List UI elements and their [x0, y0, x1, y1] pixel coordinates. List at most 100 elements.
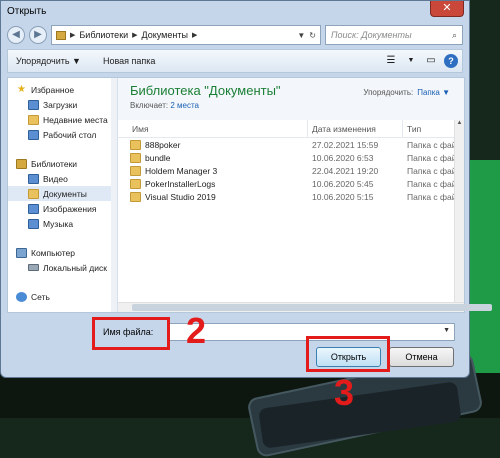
arrange-by: Упорядочить: Папка ▼: [363, 88, 450, 97]
library-includes: Включает: 2 места: [130, 101, 452, 110]
library-places-link[interactable]: 2 места: [170, 101, 199, 110]
scroll-up-icon[interactable]: ▲: [455, 120, 464, 130]
documents-icon: [28, 188, 39, 199]
file-name-cell: Visual Studio 2019: [118, 191, 308, 202]
close-icon: ✕: [442, 2, 452, 14]
address-row: ◀ ▶ ▶ Библиотеки ▶ Документы ▶ ▼ ↻ Поиск…: [1, 21, 469, 49]
file-date: 27.02.2021 15:59: [312, 139, 379, 150]
recent-places-icon: [28, 114, 39, 125]
search-placeholder: Поиск: Документы: [331, 30, 412, 40]
nav-label: Недавние места: [43, 114, 108, 125]
vertical-scrollbar[interactable]: ▲ ▼: [454, 120, 464, 312]
nav-item-music[interactable]: Музыка: [8, 216, 117, 231]
nav-label: Сеть: [31, 291, 50, 302]
breadcrumb-libraries[interactable]: Библиотеки: [79, 30, 128, 40]
horizontal-scrollbar[interactable]: [118, 302, 492, 312]
nav-label: Рабочий стол: [43, 129, 97, 140]
filename-dropdown-icon[interactable]: ▼: [443, 327, 450, 334]
nav-item-desktop[interactable]: Рабочий стол: [8, 127, 117, 142]
view-dropdown-icon[interactable]: ▼: [404, 54, 418, 68]
arrange-value: Папка: [417, 88, 440, 97]
navigation-pane: ★ Избранное Загрузки Недавние места Рабоч…: [8, 78, 118, 312]
new-folder-button[interactable]: Новая папка: [103, 56, 155, 66]
nav-label: Музыка: [43, 218, 74, 229]
organize-menu-button[interactable]: Упорядочить ▼: [16, 56, 81, 66]
nav-item-favorites[interactable]: ★ Избранное: [8, 82, 117, 97]
nav-item-libraries[interactable]: Библиотеки: [8, 156, 117, 171]
computer-icon: [16, 247, 27, 258]
star-icon: ★: [17, 83, 26, 95]
nav-item-documents[interactable]: Документы: [8, 186, 117, 201]
highlight-box-filename: [92, 317, 170, 350]
nav-item-network[interactable]: Сеть: [8, 289, 117, 304]
arrange-label: Упорядочить:: [363, 88, 414, 97]
nav-label: Избранное: [31, 84, 75, 95]
file-list-pane: Библиотека "Документы" Включает: 2 места…: [118, 78, 492, 312]
column-headers: Имя Дата изменения Тип: [118, 120, 464, 138]
chevron-right-icon: ▶: [70, 32, 76, 39]
help-icon[interactable]: ?: [444, 54, 458, 68]
file-row[interactable]: Visual Studio 2019 10.06.2020 5:15 Папка с…: [118, 190, 464, 203]
file-date: 10.06.2020 6:53: [312, 152, 374, 163]
libraries-icon: [16, 158, 27, 169]
search-icon: ⌕: [451, 29, 457, 40]
nav-item-recent[interactable]: Недавние места: [8, 112, 117, 127]
history-dropdown-icon[interactable]: ▼: [297, 31, 305, 40]
nav-item-downloads[interactable]: Загрузки: [8, 97, 117, 112]
file-name: 888poker: [145, 139, 181, 150]
highlight-box-open: [306, 336, 390, 372]
nav-label: Компьютер: [31, 247, 75, 258]
command-toolbar: Упорядочить ▼ Новая папка ☰ ▼ ▭ ?: [7, 49, 463, 73]
chevron-right-icon: ▶: [132, 32, 138, 39]
open-file-dialog: Открыть ✕ ◀ ▶ ▶ Библиотеки ▶ Документы ▶…: [0, 0, 492, 378]
folder-icon: [130, 165, 141, 176]
preview-pane-icon[interactable]: ▭: [424, 54, 438, 68]
breadcrumb-documents[interactable]: Документы: [142, 30, 188, 40]
nav-item-video[interactable]: Видео: [8, 171, 117, 186]
file-name-cell: PokerInstallerLogs: [118, 178, 308, 189]
folder-icon: [130, 178, 141, 189]
nav-item-images[interactable]: Изображения: [8, 201, 117, 216]
images-icon: [28, 203, 39, 214]
search-input[interactable]: Поиск: Документы ⌕: [325, 25, 463, 45]
includes-label: Включает:: [130, 101, 169, 110]
column-date[interactable]: Дата изменения: [308, 120, 403, 137]
address-bar[interactable]: ▶ Библиотеки ▶ Документы ▶ ▼ ↻: [51, 25, 321, 45]
main-pane: ★ Избранное Загрузки Недавние места Рабоч…: [7, 77, 492, 313]
file-name: Visual Studio 2019: [145, 191, 216, 202]
file-row[interactable]: Holdem Manager 3 22.04.2021 19:20 Папка с …: [118, 164, 464, 177]
nav-item-computer[interactable]: Компьютер: [8, 245, 117, 260]
file-name: Holdem Manager 3: [145, 165, 218, 176]
column-name[interactable]: Имя: [118, 120, 308, 137]
close-button[interactable]: ✕: [430, 1, 464, 17]
file-date: 10.06.2020 5:45: [312, 178, 374, 189]
file-row[interactable]: 888poker 27.02.2021 15:59 Папка с файл: [118, 138, 464, 151]
library-icon: [56, 30, 66, 40]
nav-label: Видео: [43, 173, 68, 184]
file-name-cell: Holdem Manager 3: [118, 165, 308, 176]
downloads-icon: [28, 99, 39, 110]
arrange-by-dropdown[interactable]: Папка ▼: [417, 88, 450, 97]
file-date: 22.04.2021 19:20: [312, 165, 379, 176]
forward-button[interactable]: ▶: [29, 26, 47, 44]
file-name: PokerInstallerLogs: [145, 178, 216, 189]
file-row[interactable]: bundle 10.06.2020 6:53 Папка с файл: [118, 151, 464, 164]
step-number-2: 2: [186, 310, 207, 351]
nav-scrollbar[interactable]: [111, 78, 117, 312]
view-options-icon[interactable]: ☰: [384, 54, 398, 68]
file-name-cell: bundle: [118, 152, 308, 163]
file-name: bundle: [145, 152, 171, 163]
file-row[interactable]: PokerInstallerLogs 10.06.2020 5:45 Папка с…: [118, 177, 464, 190]
window-title: Открыть: [7, 5, 47, 17]
folder-icon: [130, 139, 141, 150]
disk-icon: [28, 264, 39, 271]
library-header: Библиотека "Документы" Включает: 2 места…: [118, 78, 464, 120]
file-date: 10.06.2020 5:15: [312, 191, 374, 202]
nav-item-local-disk[interactable]: Локальный диск: [8, 260, 117, 275]
nav-label: Загрузки: [43, 99, 78, 110]
video-icon: [28, 173, 39, 184]
back-button[interactable]: ◀: [7, 26, 25, 44]
desktop-icon: [28, 129, 39, 140]
refresh-icon[interactable]: ↻: [309, 31, 316, 40]
cancel-button[interactable]: Отмена: [389, 347, 454, 367]
